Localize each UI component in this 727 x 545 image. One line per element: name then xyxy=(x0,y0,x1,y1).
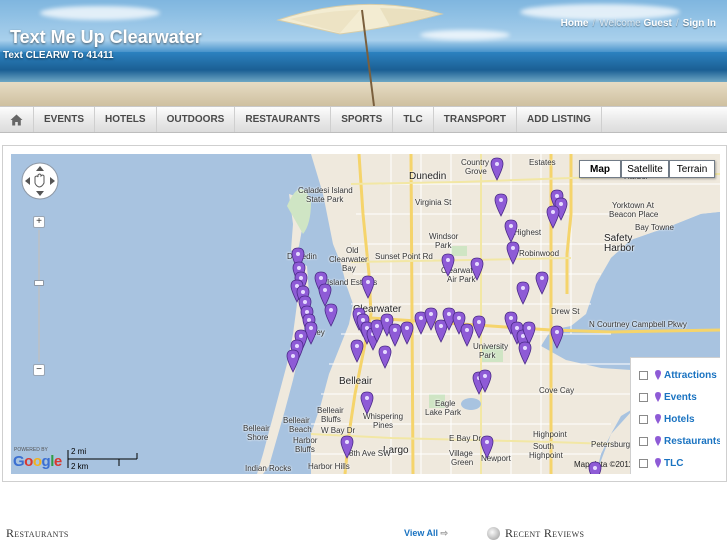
map-marker-pin[interactable] xyxy=(286,349,300,373)
map-marker-pin[interactable] xyxy=(318,283,332,307)
map-marker-pin[interactable] xyxy=(360,391,374,415)
map-pin-icon xyxy=(655,414,661,424)
map-marker-pin[interactable] xyxy=(494,193,508,217)
tlc-checkbox[interactable] xyxy=(639,458,648,468)
legend-row-events[interactable]: Events xyxy=(639,390,697,404)
separator: / xyxy=(675,18,679,29)
reviews-icon xyxy=(487,527,500,540)
arrow-right-icon: ⇨ xyxy=(440,528,449,538)
map-pin-icon xyxy=(655,392,661,402)
recent-reviews-section-title: Recent Reviews xyxy=(505,526,585,540)
map-marker-pin[interactable] xyxy=(535,271,549,295)
map-marker-pin[interactable] xyxy=(550,325,564,349)
nav-item-events[interactable]: EVENTS xyxy=(34,107,96,132)
site-title[interactable]: Text Me Up Clearwater xyxy=(10,27,202,48)
nav-item-add-listing[interactable]: ADD LISTING xyxy=(517,107,602,132)
header-banner: Text Me Up Clearwater Text CLEARW To 414… xyxy=(0,0,727,106)
legend-label[interactable]: Restaurants xyxy=(664,436,720,447)
events-checkbox[interactable] xyxy=(639,392,648,402)
view-all-link[interactable]: View All ⇨ xyxy=(404,528,448,539)
nav-item-transport[interactable]: TRANSPORT xyxy=(434,107,517,132)
view-all-label[interactable]: View All xyxy=(404,528,438,538)
restaurants-checkbox[interactable] xyxy=(639,436,648,446)
nav-item-outdoors[interactable]: OUTDOORS xyxy=(157,107,236,132)
map-marker-pin[interactable] xyxy=(400,321,414,345)
map-marker-pin[interactable] xyxy=(506,241,520,265)
map-pin-icon xyxy=(655,370,661,380)
map-marker-pin[interactable] xyxy=(490,157,504,181)
legend-label[interactable]: TLC xyxy=(664,458,683,469)
map-marker-pin[interactable] xyxy=(516,281,530,305)
nav-item-tlc[interactable]: TLC xyxy=(393,107,434,132)
legend-row-restaurants[interactable]: Restaurants xyxy=(639,434,720,448)
map-frame: Caladesi Island State Park Dunedin Count… xyxy=(2,145,727,482)
map-marker-pin[interactable] xyxy=(441,253,455,277)
welcome-text: Welcome xyxy=(599,18,641,29)
legend-label[interactable]: Hotels xyxy=(664,414,695,425)
map-marker-pin[interactable] xyxy=(434,319,448,343)
map-marker-pin[interactable] xyxy=(518,341,532,365)
nav-item-restaurants[interactable]: RESTAURANTS xyxy=(235,107,332,132)
legend-label[interactable]: Attractions xyxy=(664,370,717,381)
home-link[interactable]: Home xyxy=(561,18,589,29)
restaurants-section-title: Restaurants xyxy=(6,526,69,540)
legend-row-tlc[interactable]: TLC xyxy=(639,456,683,470)
home-nav-button[interactable] xyxy=(0,107,34,132)
map-marker-pin[interactable] xyxy=(470,257,484,281)
map-marker-pin[interactable] xyxy=(588,461,602,474)
map-marker-pin[interactable] xyxy=(504,219,518,243)
top-links: Home / Welcome Guest / Sign In xyxy=(561,18,716,29)
map-markers xyxy=(286,157,602,474)
map-marker-pin[interactable] xyxy=(546,205,560,229)
google-map[interactable]: Caladesi Island State Park Dunedin Count… xyxy=(11,154,720,474)
map-marker-pin[interactable] xyxy=(460,323,474,347)
map-marker-pin[interactable] xyxy=(350,339,364,363)
separator: / xyxy=(592,18,596,29)
main-nav: EVENTS HOTELS OUTDOORS RESTAURANTS SPORT… xyxy=(0,106,727,133)
map-marker-pin[interactable] xyxy=(480,435,494,459)
hotels-checkbox[interactable] xyxy=(639,414,648,424)
legend-row-attractions[interactable]: Attractions xyxy=(639,368,717,382)
nav-item-sports[interactable]: SPORTS xyxy=(331,107,394,132)
legend-row-hotels[interactable]: Hotels xyxy=(639,412,695,426)
site-subtitle: Text CLEARW To 41411 xyxy=(3,50,114,61)
map-marker-pin[interactable] xyxy=(340,435,354,459)
sign-in-link[interactable]: Sign In xyxy=(683,18,716,29)
attractions-checkbox[interactable] xyxy=(639,370,648,380)
guest-link[interactable]: Guest xyxy=(644,18,672,29)
beach-umbrella-image xyxy=(276,3,444,106)
map-marker-pin[interactable] xyxy=(388,323,402,347)
legend-label[interactable]: Events xyxy=(664,392,697,403)
map-marker-pin[interactable] xyxy=(324,303,338,327)
map-legend: Attractions Events Hotels Restaurants TL xyxy=(630,357,720,474)
map-pin-icon xyxy=(655,436,661,446)
home-icon xyxy=(10,114,23,125)
map-marker-pin[interactable] xyxy=(472,315,486,339)
map-pin-icon xyxy=(655,458,661,468)
map-marker-pin[interactable] xyxy=(361,275,375,299)
nav-item-hotels[interactable]: HOTELS xyxy=(95,107,157,132)
map-marker-pin[interactable] xyxy=(378,345,392,369)
